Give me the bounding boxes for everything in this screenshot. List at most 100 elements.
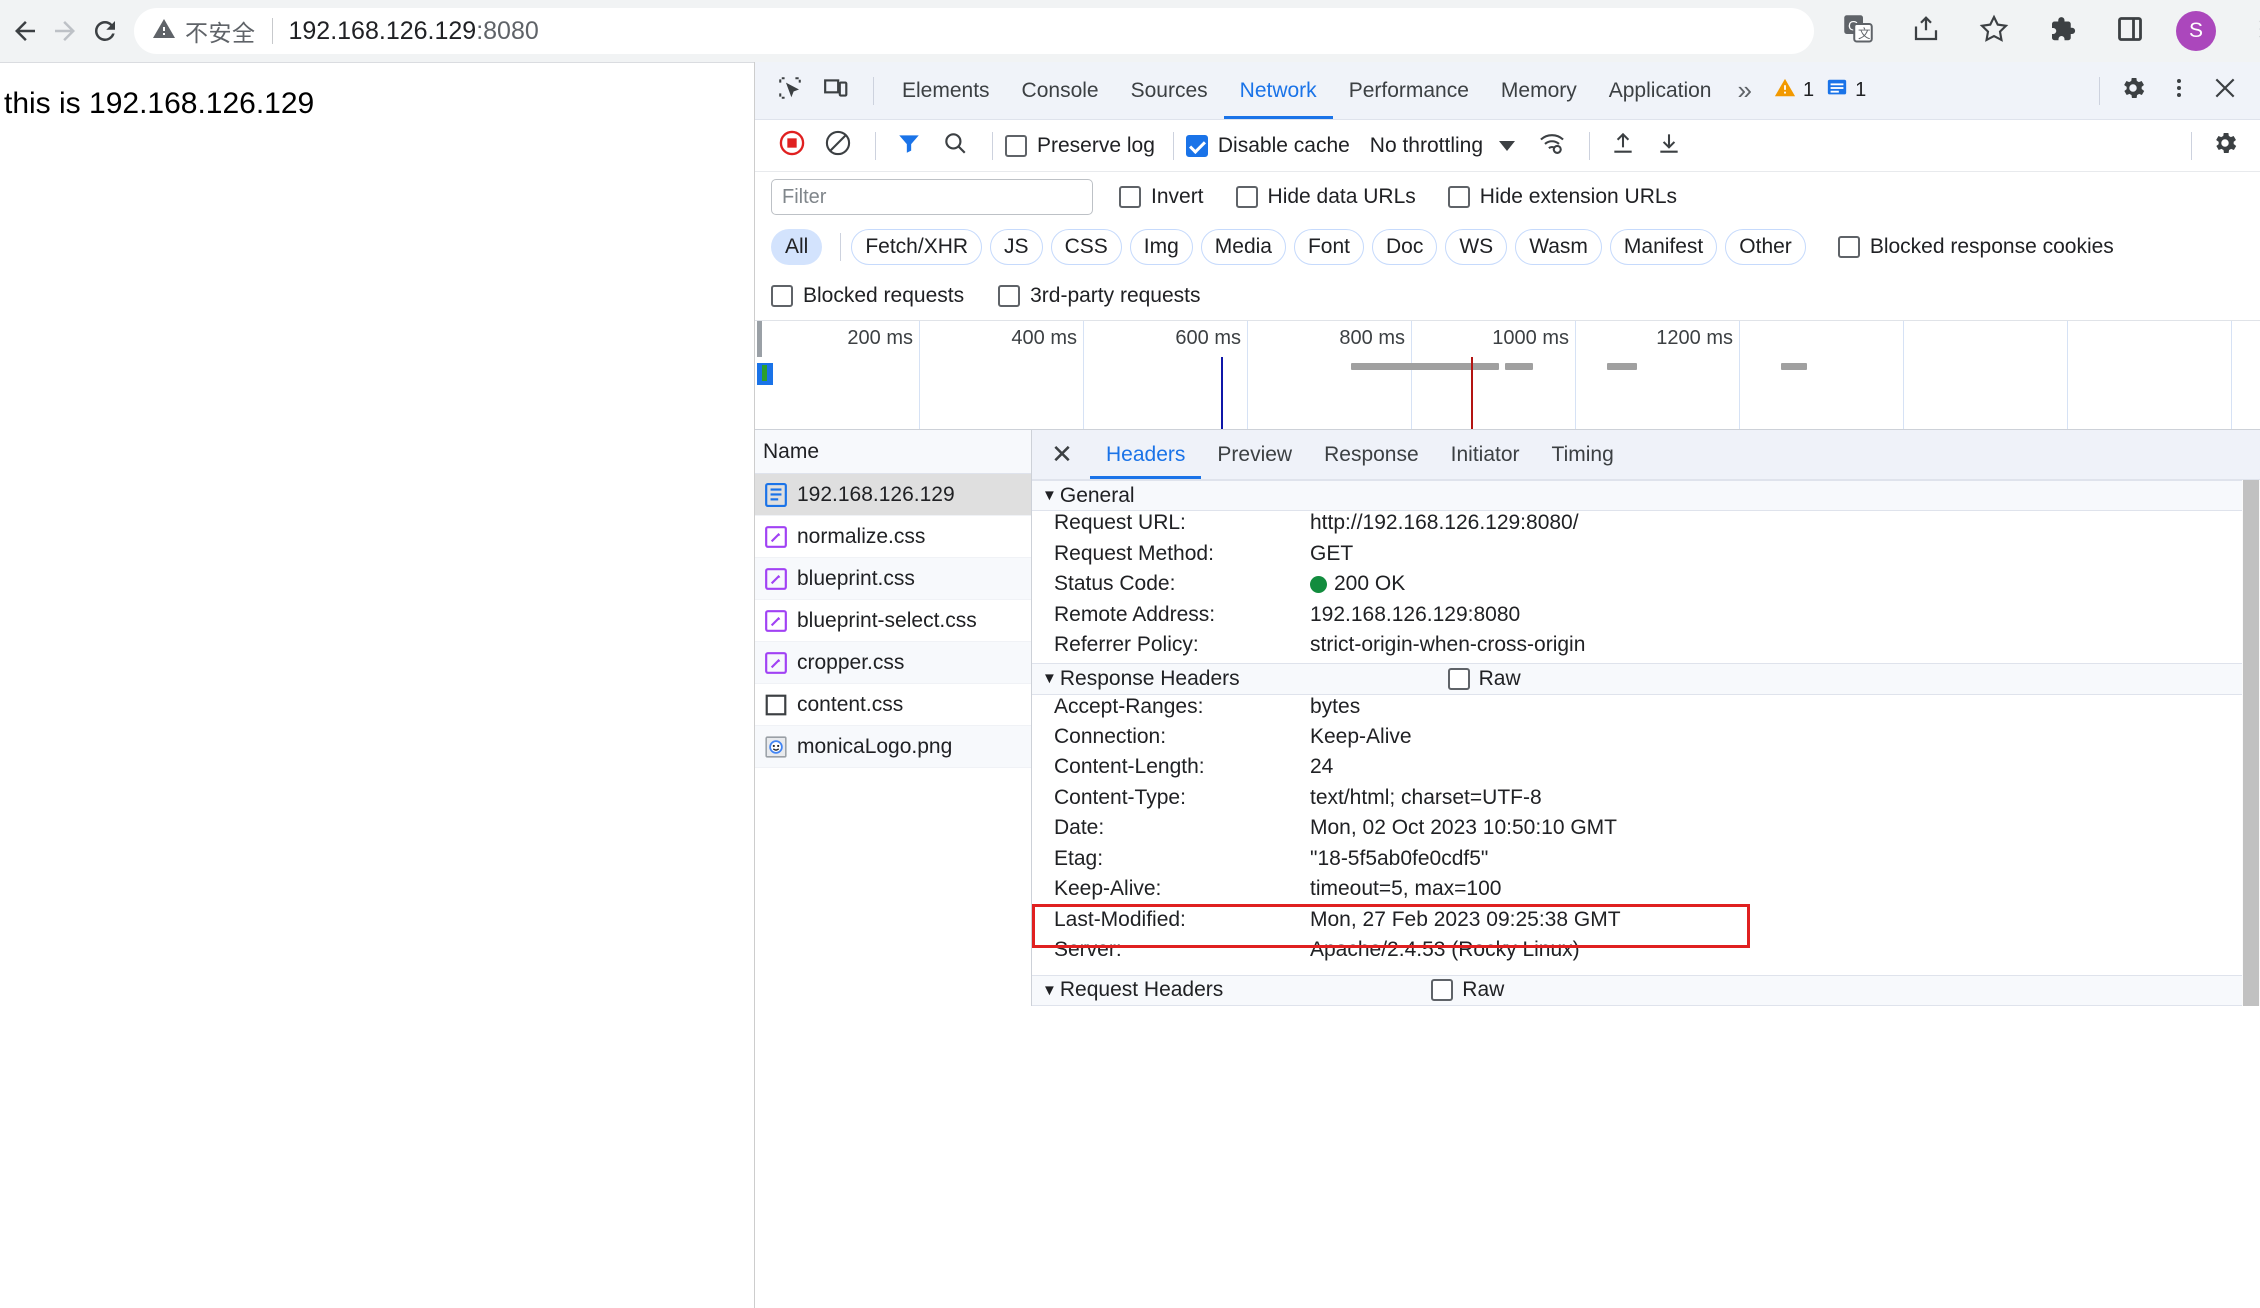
type-filter-all[interactable]: All bbox=[771, 229, 823, 265]
tab-timing[interactable]: Timing bbox=[1536, 430, 1630, 479]
type-filter-css[interactable]: CSS bbox=[1050, 229, 1122, 265]
bookmark-button[interactable] bbox=[1968, 5, 2020, 57]
tab-elements[interactable]: Elements bbox=[886, 63, 1006, 119]
inspect-element-button[interactable] bbox=[769, 70, 811, 112]
share-button[interactable] bbox=[1900, 5, 1952, 57]
site-security-chip[interactable]: 不安全 bbox=[152, 14, 256, 48]
tab-console[interactable]: Console bbox=[1006, 63, 1115, 119]
tab-headers[interactable]: Headers bbox=[1090, 430, 1201, 479]
type-filter-wasm[interactable]: Wasm bbox=[1515, 229, 1602, 265]
message-badge[interactable]: 1 bbox=[1826, 77, 1866, 105]
warning-badge[interactable]: 1 bbox=[1774, 77, 1814, 105]
timeline-tick-1200: 1200 ms bbox=[1656, 327, 1733, 349]
type-filter-js[interactable]: JS bbox=[990, 229, 1043, 265]
third-party-requests-checkbox[interactable]: 3rd-party requests bbox=[998, 284, 1201, 308]
header-value: Mon, 02 Oct 2023 10:50:10 GMT bbox=[1310, 816, 1618, 840]
forward-button[interactable] bbox=[50, 7, 80, 55]
type-filter-media[interactable]: Media bbox=[1200, 229, 1286, 265]
table-row[interactable]: blueprint.css bbox=[755, 558, 1031, 600]
tab-memory[interactable]: Memory bbox=[1485, 63, 1593, 119]
invert-label: Invert bbox=[1151, 185, 1204, 208]
invert-checkbox[interactable]: Invert bbox=[1119, 185, 1204, 209]
extensions-puzzle-icon bbox=[2047, 14, 2077, 49]
search-button[interactable] bbox=[934, 125, 976, 167]
devtools-close-button[interactable] bbox=[2204, 70, 2246, 112]
request-name: cropper.css bbox=[797, 650, 905, 674]
import-har-button[interactable] bbox=[1602, 125, 1644, 167]
type-filter-font[interactable]: Font bbox=[1293, 229, 1364, 265]
hide-data-urls-checkbox[interactable]: Hide data URLs bbox=[1235, 185, 1416, 209]
table-row[interactable]: monicaLogo.png bbox=[755, 726, 1031, 768]
type-filter-ws[interactable]: WS bbox=[1445, 229, 1508, 265]
timeline-window-handle[interactable] bbox=[757, 321, 762, 357]
type-filter-other[interactable]: Other bbox=[1725, 229, 1806, 265]
table-row[interactable]: normalize.css bbox=[755, 516, 1031, 558]
reload-button[interactable] bbox=[90, 7, 120, 55]
blocked-requests-checkbox[interactable]: Blocked requests bbox=[771, 284, 964, 308]
more-tabs-button[interactable]: » bbox=[1727, 75, 1761, 106]
header-value: "18-5f5ab0fe0cdf5" bbox=[1310, 846, 1489, 870]
type-filter-manifest[interactable]: Manifest bbox=[1609, 229, 1718, 265]
record-button[interactable] bbox=[771, 125, 813, 167]
raw-toggle-request[interactable]: Raw bbox=[1431, 978, 1504, 1002]
request-list-header[interactable]: Name bbox=[755, 430, 1031, 474]
table-row[interactable]: cropper.css bbox=[755, 642, 1031, 684]
filter-toggle-button[interactable] bbox=[888, 125, 930, 167]
header-key: Server: bbox=[1054, 938, 1122, 962]
page-body-text: this is 192.168.126.129 bbox=[4, 87, 315, 120]
tab-performance[interactable]: Performance bbox=[1333, 63, 1485, 119]
side-panel-button[interactable] bbox=[2104, 5, 2156, 57]
section-request-headers-header[interactable]: ▼ Request Headers Raw bbox=[1032, 974, 2260, 1006]
section-general-title: General bbox=[1059, 483, 1135, 507]
section-general-header[interactable]: ▼ General bbox=[1032, 480, 2260, 512]
filter-input[interactable] bbox=[771, 179, 1093, 215]
scrollbar[interactable] bbox=[2242, 480, 2260, 1006]
extensions-button[interactable] bbox=[2036, 5, 2088, 57]
tab-preview[interactable]: Preview bbox=[1201, 430, 1308, 479]
column-header-name: Name bbox=[763, 439, 820, 463]
scrollbar-thumb[interactable] bbox=[2243, 480, 2259, 1006]
checkbox-box bbox=[1119, 186, 1141, 208]
table-row[interactable]: content.css bbox=[755, 684, 1031, 726]
timeline-tick-600: 600 ms bbox=[1175, 327, 1241, 349]
blocked-response-cookies-checkbox[interactable]: Blocked response cookies bbox=[1837, 235, 2114, 259]
clear-button[interactable] bbox=[817, 125, 859, 167]
tab-initiator[interactable]: Initiator bbox=[1435, 430, 1536, 479]
tab-response[interactable]: Response bbox=[1308, 430, 1435, 479]
chevron-down-icon[interactable] bbox=[1499, 140, 1516, 151]
type-filter-img[interactable]: Img bbox=[1129, 229, 1193, 265]
section-response-headers-header[interactable]: ▼ Response Headers Raw bbox=[1032, 663, 2260, 695]
table-row[interactable]: blueprint-select.css bbox=[755, 600, 1031, 642]
network-conditions-icon bbox=[1538, 129, 1566, 163]
tab-application[interactable]: Application bbox=[1593, 63, 1728, 119]
network-conditions-button[interactable] bbox=[1531, 125, 1573, 167]
header-key: Request Method: bbox=[1054, 541, 1214, 565]
header-key: Content-Type: bbox=[1054, 785, 1186, 809]
preserve-log-checkbox[interactable]: Preserve log bbox=[1005, 134, 1155, 158]
device-toolbar-button[interactable] bbox=[815, 70, 857, 112]
devtools-settings-button[interactable] bbox=[2112, 70, 2154, 112]
export-har-button[interactable] bbox=[1648, 125, 1690, 167]
tab-sources[interactable]: Sources bbox=[1115, 63, 1224, 119]
translate-button[interactable]: G文 bbox=[1832, 5, 1884, 57]
throttling-select[interactable]: No throttling bbox=[1370, 134, 1483, 158]
network-overview-timeline[interactable]: 200 ms 400 ms 600 ms 800 ms 1000 ms 1200… bbox=[755, 320, 2260, 430]
blocked-requests-label: Blocked requests bbox=[803, 284, 965, 307]
type-filter-fetch-xhr[interactable]: Fetch/XHR bbox=[851, 229, 983, 265]
address-bar[interactable]: 不安全 192.168.126.129:8080 bbox=[134, 8, 1814, 54]
address-bar-url[interactable]: 192.168.126.129:8080 bbox=[289, 17, 539, 46]
close-detail-button[interactable]: ✕ bbox=[1042, 435, 1082, 475]
table-row[interactable]: 192.168.126.129 bbox=[755, 474, 1031, 516]
devtools-menu-button[interactable] bbox=[2158, 70, 2200, 112]
stylesheet-icon bbox=[765, 609, 787, 633]
browser-menu-button[interactable] bbox=[2236, 5, 2260, 57]
avatar[interactable]: S bbox=[2176, 11, 2216, 51]
header-key: Keep-Alive: bbox=[1054, 877, 1162, 901]
network-settings-button[interactable] bbox=[2204, 125, 2246, 167]
disable-cache-checkbox[interactable]: Disable cache bbox=[1185, 134, 1350, 158]
tab-network[interactable]: Network bbox=[1224, 63, 1333, 119]
back-button[interactable] bbox=[10, 7, 40, 55]
raw-toggle-response[interactable]: Raw bbox=[1447, 667, 1521, 691]
hide-extension-urls-checkbox[interactable]: Hide extension URLs bbox=[1447, 185, 1677, 209]
type-filter-doc[interactable]: Doc bbox=[1372, 229, 1438, 265]
